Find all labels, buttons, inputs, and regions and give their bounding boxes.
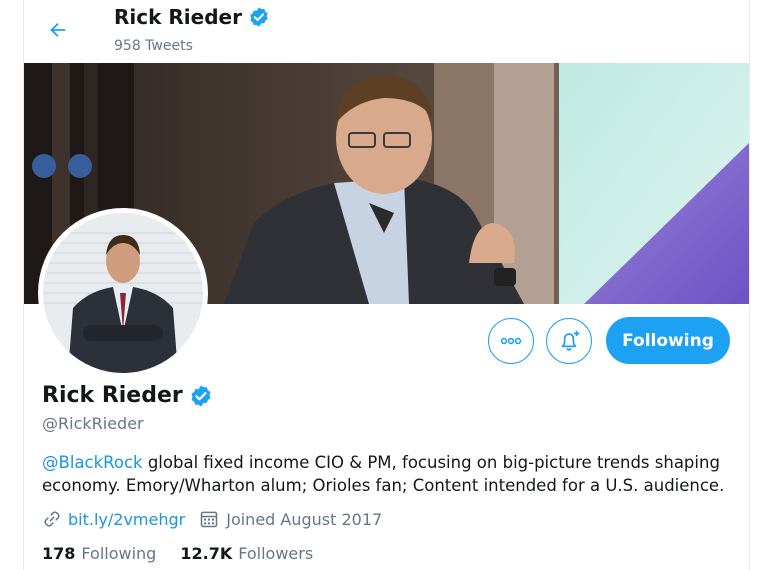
profile-header-bar: Rick Rieder 958 Tweets <box>24 0 749 62</box>
followers-count: 12.7K <box>180 544 233 563</box>
back-arrow-icon <box>50 22 66 38</box>
website-text: bit.ly/2vmehgr <box>68 509 186 529</box>
profile-meta: bit.ly/2vmehgr Joined August 2017 <box>42 509 382 529</box>
following-label: Following <box>81 544 157 563</box>
profile-bio: @BlackRock global fixed income CIO & PM,… <box>42 451 732 497</box>
profile-name-row: Rick Rieder <box>42 383 213 408</box>
joined-date: Joined August 2017 <box>199 509 382 529</box>
followers-label: Followers <box>238 544 314 563</box>
profile-name: Rick Rieder <box>42 383 183 408</box>
avatar-image <box>43 213 203 373</box>
following-count: 178 <box>42 544 76 563</box>
bio-mention-link[interactable]: @BlackRock <box>42 453 143 472</box>
website-link[interactable]: bit.ly/2vmehgr <box>42 509 185 529</box>
notifications-button[interactable] <box>546 318 592 364</box>
joined-text: Joined August 2017 <box>226 509 383 529</box>
header-title: Rick Rieder <box>114 5 242 29</box>
verified-badge-icon <box>250 7 268 27</box>
more-dots-icon <box>500 337 522 345</box>
more-options-button[interactable] <box>488 318 534 364</box>
header-title-row: Rick Rieder <box>114 5 270 29</box>
link-icon <box>44 511 60 527</box>
verified-badge-icon <box>191 385 211 406</box>
back-button[interactable] <box>40 13 76 47</box>
tweet-count: 958 Tweets <box>114 38 193 54</box>
bio-text: global fixed income CIO & PM, focusing o… <box>42 453 725 495</box>
avatar-photo <box>43 213 203 373</box>
profile-column: Rick Rieder 958 Tweets Following Rick Ri… <box>23 0 750 570</box>
profile-stats: 178 Following 12.7K Followers <box>42 544 337 563</box>
calendar-icon <box>200 511 218 528</box>
profile-avatar[interactable] <box>38 208 208 378</box>
following-count-link[interactable]: 178 Following <box>42 544 156 563</box>
profile-handle: @RickRieder <box>42 414 144 433</box>
followers-count-link[interactable]: 12.7K Followers <box>180 544 313 563</box>
bell-plus-icon <box>561 330 580 351</box>
following-button[interactable]: Following <box>606 317 730 364</box>
